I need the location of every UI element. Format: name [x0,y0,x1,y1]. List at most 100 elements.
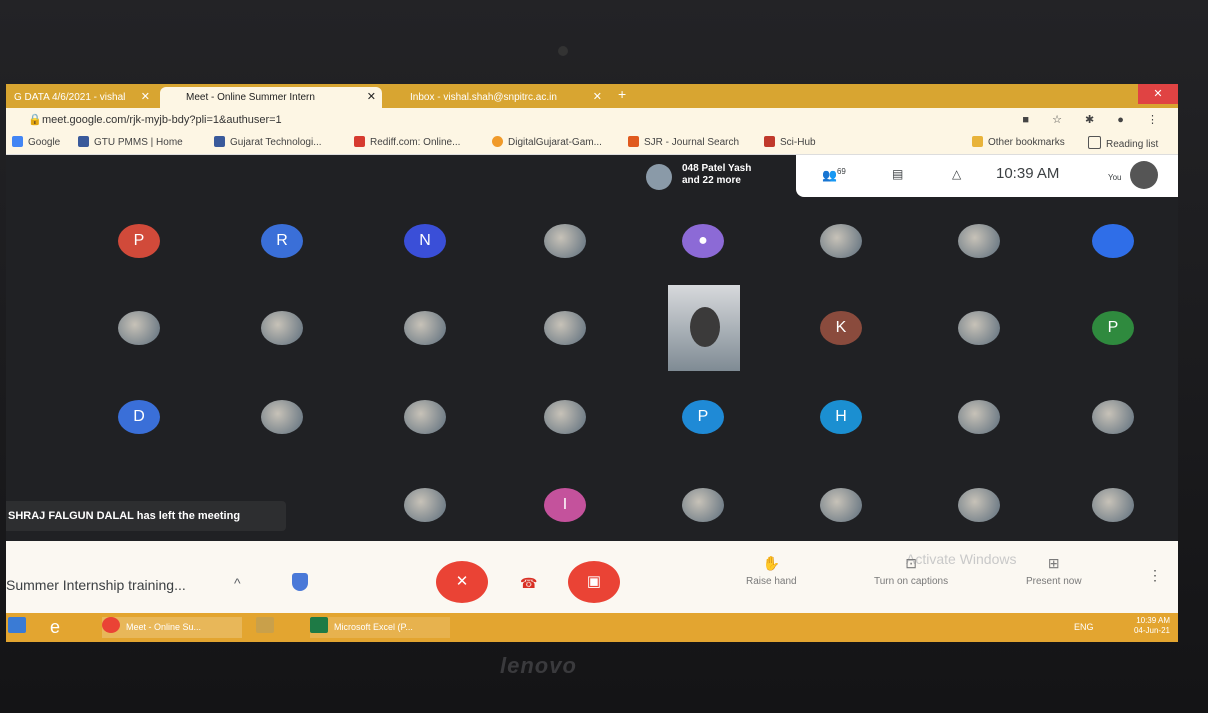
url-text[interactable]: meet.google.com/rjk-myjb-bdy?pli=1&authu… [42,114,282,126]
presenter-name: 048 Patel Yash [682,163,752,174]
present-icon: ⊞ [1047,555,1060,571]
participant-photo [1092,400,1134,434]
close-window-button[interactable]: ✕ [1138,84,1178,104]
participant-tile: I [544,488,586,522]
participant-tile: P [118,224,160,258]
digitalgujarat-icon [492,136,503,147]
security-icon[interactable] [292,573,308,591]
participant-photo [544,311,586,345]
meet-grid: 048 Patel Yash and 22 more 👥69 ▤ △ 10:39 … [6,155,1178,541]
close-icon[interactable]: ✕ [367,87,376,108]
address-bar[interactable]: 🔒 meet.google.com/rjk-myjb-bdy?pli=1&aut… [6,108,1178,132]
scihub-icon [764,136,775,147]
lock-icon: 🔒 [28,114,42,126]
participant-count: 69 [836,167,846,176]
tab-label: Inbox - vishal.shah@snpitrc.ac.in [410,92,557,103]
hand-icon: ✋ [762,555,781,571]
camera-toggle-button[interactable]: ▣ [568,561,620,603]
bookmark-gujarat-tech[interactable]: Gujarat Technologi... [214,136,322,148]
participant-photo [544,400,586,434]
raise-hand-button[interactable]: ✋ Raise hand [746,555,797,587]
bookmarks-bar: Google GTU PMMS | Home Gujarat Technolog… [6,132,1178,155]
participant-tile [1092,224,1134,258]
other-bookmarks[interactable]: Other bookmarks [972,136,1065,148]
participant-photo [820,224,862,258]
reading-list-icon [1088,136,1101,149]
chevron-up-icon[interactable]: ^ [234,575,241,591]
tab-inbox[interactable]: Inbox - vishal.shah@snpitrc.ac.in ✕ [386,87,608,108]
camera-off-icon: ▣ [586,573,602,590]
more-options-icon[interactable]: ⋮ [1148,567,1162,584]
participant-photo [261,311,303,345]
windows-taskbar: e Meet - Online Su... Microsoft Excel (P… [6,613,1178,642]
taskbar-chrome[interactable]: Meet - Online Su... [102,617,242,638]
bookmark-google[interactable]: Google [12,136,60,148]
self-avatar [1130,161,1158,189]
bookmark-scihub[interactable]: Sci-Hub [764,136,816,148]
presenter-more: and 22 more [682,175,741,186]
participant-video [668,285,740,371]
meet-top-bar: 👥69 ▤ △ 10:39 AM You [796,155,1178,197]
captions-icon: ⊡ [905,555,917,571]
participant-photo [958,224,1000,258]
participant-photo [1092,488,1134,522]
bookmark-rediff[interactable]: Rediff.com: Online... [354,136,460,148]
participant-photo [958,400,1000,434]
avatar [646,164,672,190]
participant-tile: R [261,224,303,258]
system-clock[interactable]: 10:39 AM 04-Jun-21 [1134,616,1170,636]
participant-photo [261,400,303,434]
extension-icons[interactable]: ■ ☆ ✱ ● ⋮ [1022,113,1168,126]
bookmark-gtu-pmms[interactable]: GTU PMMS | Home [78,136,183,148]
sjr-icon [628,136,639,147]
meeting-title[interactable]: Summer Internship training... [6,577,186,593]
participant-photo [404,311,446,345]
screen: G DATA 4/6/2021 - vishal ✕ Meet - Online… [6,84,1178,642]
tab-meet[interactable]: Meet - Online Summer Intern ✕ [160,87,382,108]
participant-photo [958,311,1000,345]
participant-photo [404,488,446,522]
gtu-icon [78,136,89,147]
start-button[interactable] [8,617,32,638]
participant-tile: P [682,400,724,434]
taskbar-explorer[interactable] [256,617,296,638]
person-icon: ● [698,232,708,249]
language-indicator[interactable]: ENG [1074,617,1094,638]
activities-icon[interactable]: △ [952,167,961,181]
taskbar-excel[interactable]: Microsoft Excel (P... [310,617,450,638]
tab-data[interactable]: G DATA 4/6/2021 - vishal ✕ [6,87,156,108]
meet-controls: Summer Internship training... ^ ✕ ☎ ▣ Ac… [6,541,1178,613]
participant-tile: D [118,400,160,434]
tab-bar: G DATA 4/6/2021 - vishal ✕ Meet - Online… [6,84,1178,108]
participant-photo [820,488,862,522]
participant-photo [682,488,724,522]
tab-label: Meet - Online Summer Intern [186,92,315,103]
webcam [558,46,568,56]
participant-tile: N [404,224,446,258]
meeting-clock: 10:39 AM [996,165,1060,182]
tab-label: G DATA 4/6/2021 - vishal [14,92,126,103]
mic-toggle-button[interactable]: ✕ [436,561,488,603]
ie-icon[interactable]: e [50,617,60,638]
participant-photo [118,311,160,345]
left-meeting-toast: SHRAJ FALGUN DALAL has left the meeting [6,501,286,531]
participant-photo [958,488,1000,522]
end-call-button[interactable]: ☎ [520,575,537,592]
close-icon[interactable]: ✕ [141,87,150,108]
participant-tile: ● [682,224,724,258]
reading-list[interactable]: Reading list [1088,136,1158,150]
bookmark-sjr[interactable]: SJR - Journal Search [628,136,739,148]
close-icon[interactable]: ✕ [593,87,602,108]
captions-button[interactable]: ⊡ Turn on captions [874,555,948,587]
gtu-icon [214,136,225,147]
you-label: You [1108,173,1122,182]
participant-photo [544,224,586,258]
chat-icon[interactable]: ▤ [892,167,903,181]
bookmark-digitalgujarat[interactable]: DigitalGujarat-Gam... [492,136,602,148]
present-button[interactable]: ⊞ Present now [1026,555,1082,587]
lenovo-logo: lenovo [500,653,577,678]
rediff-icon [354,136,365,147]
people-icon[interactable]: 👥69 [822,167,846,182]
new-tab-button[interactable]: + [618,86,626,102]
participant-tile: K [820,311,862,345]
